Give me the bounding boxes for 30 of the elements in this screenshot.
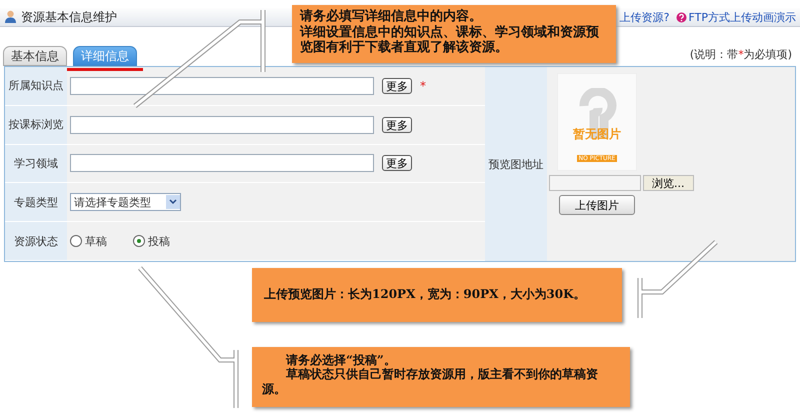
file-path-field[interactable] <box>549 175 641 191</box>
field-label: 按课标浏览 <box>5 106 67 144</box>
field-label: 学习领域 <box>5 144 67 182</box>
field-label: 资源状态 <box>5 222 67 260</box>
required-note: (说明：带*为必填项) <box>690 47 792 62</box>
field-label: 所属知识点 <box>5 67 67 105</box>
page-title: 资源基本信息维护 <box>21 8 117 26</box>
upload-button[interactable]: 上传图片 <box>559 195 635 215</box>
annotation-callout: 上传预览图片：长为120PX，宽为：90PX，大小为30K。 <box>252 268 622 322</box>
no-picture-title: 暂无图片 <box>573 126 621 143</box>
tab[interactable]: 基本信息 <box>3 46 67 66</box>
annotation-callout: 请务必填写详细信息中的内容。 详细设置信息中的知识点、课标、学习领域和资源预览图有利于下载者直观了解该资源。 <box>292 5 616 63</box>
annotation-callout: 请务必选择“投稿”。 草稿状态只供自己暂时存放资源用，版主看不到你的草稿资源。 <box>252 347 630 407</box>
help-icon <box>676 12 686 22</box>
more-button[interactable]: 更多 <box>382 116 412 133</box>
topic-select[interactable]: 请选择专题类型 <box>70 193 181 212</box>
browse-button[interactable]: 浏览... <box>643 175 694 191</box>
more-button[interactable]: 更多 <box>382 155 412 172</box>
help-link[interactable]: 上传资源? <box>620 10 670 24</box>
field-label: 专题类型 <box>5 183 67 222</box>
text-field[interactable] <box>70 76 374 95</box>
required-mark: * <box>420 78 426 93</box>
user-icon <box>4 10 17 24</box>
text-field[interactable] <box>70 116 374 134</box>
radio-option[interactable]: 草稿 <box>70 234 107 249</box>
field-label: 预览图地址 <box>485 67 547 261</box>
text-field[interactable] <box>70 154 374 172</box>
radio-option[interactable]: 投稿 <box>133 234 170 249</box>
more-button[interactable]: 更多 <box>382 78 412 94</box>
help-link[interactable]: FTP方式上传动画演示 <box>676 10 796 24</box>
